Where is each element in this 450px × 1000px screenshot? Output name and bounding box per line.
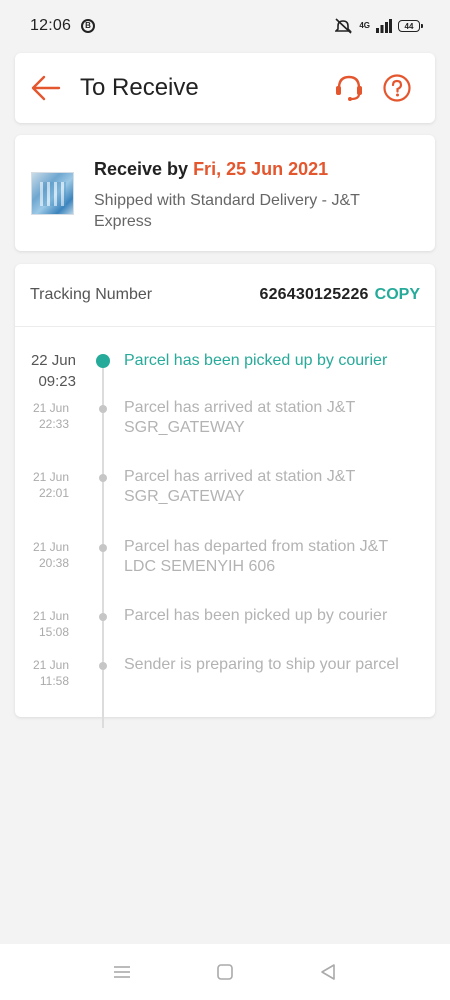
event-time: 15:08 (38, 625, 69, 639)
receive-by-label: Receive by (94, 159, 194, 179)
timeline-dot (99, 662, 107, 670)
status-bar: 12:06 B 4G 44 (0, 0, 450, 52)
shipping-info: Shipped with Standard Delivery - J&T Exp… (94, 192, 360, 230)
app-badge-icon: B (81, 19, 96, 33)
product-thumbnail[interactable] (31, 172, 74, 215)
header-actions (333, 72, 435, 104)
event-description: Sender is preparing to ship your parcel (124, 656, 399, 673)
back-button[interactable] (15, 53, 77, 123)
timeline-line (102, 358, 104, 728)
back-triangle-icon (321, 964, 336, 980)
event-time: 11:58 (39, 674, 69, 688)
event-time: 20:38 (38, 556, 69, 570)
page-title: To Receive (80, 74, 199, 101)
timeline-dot (99, 474, 107, 482)
event-time: 22:33 (38, 417, 69, 431)
system-nav-bar (0, 944, 450, 1000)
timeline-dot (99, 544, 107, 552)
battery-icon: 44 (398, 20, 423, 32)
receive-date: Fri, 25 Jun 2021 (193, 159, 329, 179)
headset-icon (336, 75, 362, 101)
tracking-header: Tracking Number 626430125226 COPY (15, 264, 435, 327)
question-circle-icon (383, 74, 411, 102)
status-time: 12:06 (30, 17, 72, 34)
home-square-icon (217, 964, 233, 980)
event-description: Parcel has been picked up by courier (124, 352, 388, 369)
menu-icon (113, 966, 130, 978)
event-time: 09:23 (38, 373, 76, 390)
home-button[interactable] (205, 952, 245, 992)
recent-apps-button[interactable] (102, 952, 142, 992)
mute-icon (335, 18, 353, 34)
timeline-dot (99, 613, 107, 621)
customer-support-button[interactable] (333, 72, 365, 104)
copy-button[interactable]: COPY (375, 286, 420, 304)
receive-by-line: Receive by Fri, 25 Jun 2021 (94, 159, 328, 180)
delivery-card: Receive by Fri, 25 Jun 2021 Shipped with… (15, 135, 435, 251)
event-description: Parcel has arrived at station J&T SGR_GA… (124, 399, 355, 436)
timeline-dot-active (96, 354, 110, 368)
event-description: Parcel has departed from station J&T LDC… (124, 538, 388, 575)
header-bar: To Receive (15, 53, 435, 123)
network-type: 4G (359, 21, 370, 30)
event-description: Parcel has arrived at station J&T SGR_GA… (124, 468, 355, 505)
tracking-card: Tracking Number 626430125226 COPY 22 Jun… (15, 264, 435, 728)
tracking-timeline: 22 Jun 09:23 Parcel has been picked up b… (15, 328, 435, 728)
status-icons: 4G 44 (335, 18, 423, 34)
event-time: 22:01 (38, 486, 69, 500)
help-button[interactable] (381, 72, 413, 104)
event-description: Parcel has been picked up by courier (124, 607, 388, 624)
event-date: 22 Jun (30, 352, 76, 369)
tracking-number-label: Tracking Number (30, 286, 153, 303)
arrow-left-icon (31, 75, 61, 101)
timeline-dot (99, 405, 107, 413)
signal-icon (376, 19, 392, 33)
system-back-button[interactable] (308, 952, 348, 992)
tracking-number: 626430125226 (259, 286, 369, 303)
